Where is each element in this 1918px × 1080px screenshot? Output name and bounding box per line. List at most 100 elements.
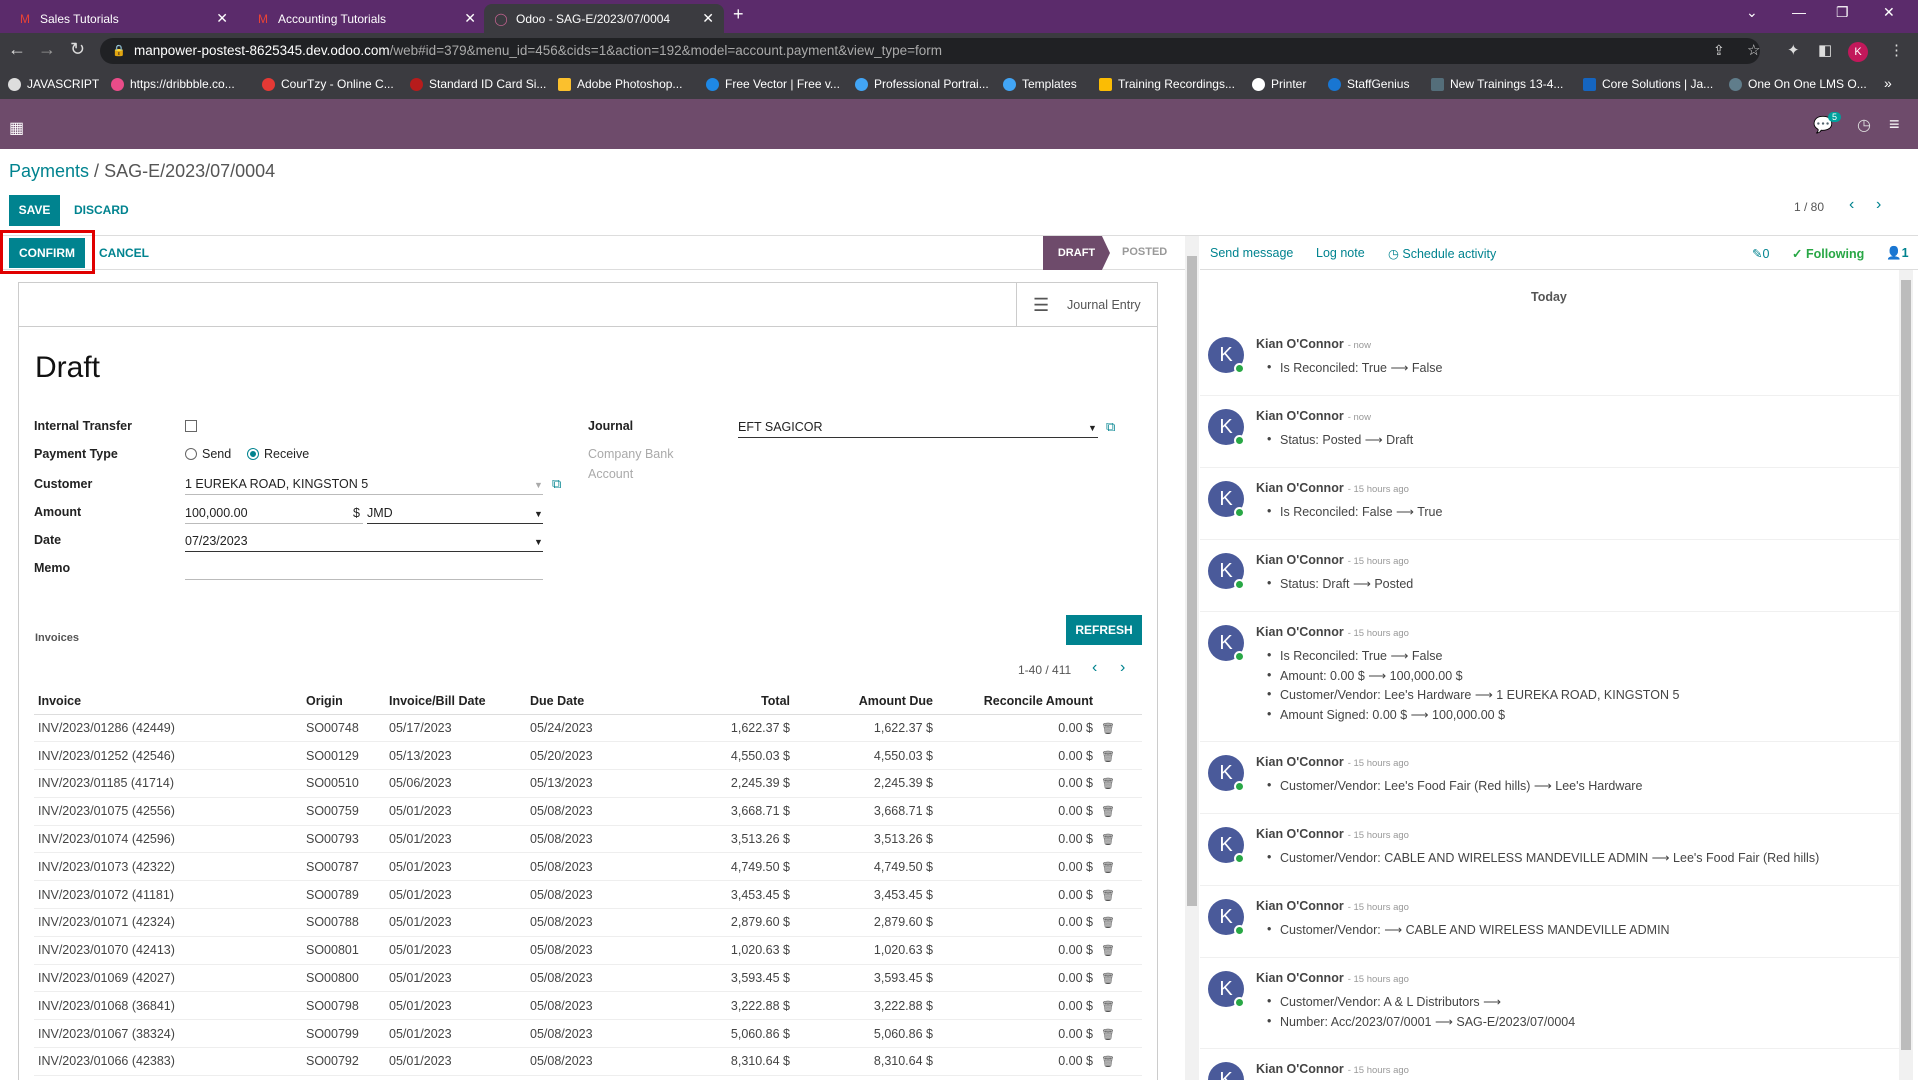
trash-icon[interactable]: 🗑 [1101, 778, 1115, 790]
currency-select[interactable]: JMD [367, 506, 393, 520]
cell-reconcile-amount[interactable]: 0.00 $ [937, 964, 1097, 993]
form-scrollbar[interactable] [1185, 236, 1199, 1080]
chatter-scrollbar[interactable] [1899, 270, 1913, 1080]
amount-field[interactable]: 100,000.00 [185, 506, 248, 520]
followers-button[interactable]: 👤1 [1886, 246, 1909, 261]
bookmark-item[interactable]: Standard ID Card Si... [410, 77, 546, 91]
avatar[interactable]: K [1208, 899, 1245, 936]
table-row[interactable]: INV/2023/01075 (42556) SO00759 05/01/2023 0… [34, 797, 1142, 826]
cell-reconcile-amount[interactable]: 0.00 $ [937, 741, 1097, 771]
avatar[interactable]: K [1208, 625, 1245, 662]
avatar[interactable]: K [1208, 409, 1245, 446]
trash-icon[interactable]: 🗑 [1101, 1056, 1115, 1068]
apps-grid-icon[interactable]: ▦ [9, 118, 25, 137]
sidepanel-icon[interactable]: ◧ [1818, 41, 1832, 59]
refresh-button[interactable]: REFRESH [1066, 615, 1142, 645]
cell-reconcile-amount[interactable]: 0.00 $ [937, 769, 1097, 798]
date-field[interactable]: 07/23/2023 [185, 534, 248, 548]
chevron-down-icon[interactable]: ▼ [534, 537, 543, 547]
trash-icon[interactable]: 🗑 [1101, 1029, 1115, 1041]
table-row[interactable]: INV/2023/01073 (42322) SO00787 05/01/2023 0… [34, 852, 1142, 882]
trash-icon[interactable]: 🗑 [1101, 973, 1115, 985]
bookmark-item[interactable]: Training Recordings... [1099, 77, 1235, 91]
bookmark-item[interactable]: Adobe Photoshop... [558, 77, 682, 91]
table-next-icon[interactable]: › [1120, 659, 1125, 677]
bookmark-item[interactable]: New Trainings 13-4... [1431, 77, 1563, 91]
bookmark-item[interactable]: Professional Portrai... [855, 77, 989, 91]
trash-icon[interactable]: 🗑 [1101, 890, 1115, 902]
col-total[interactable]: Total [646, 689, 794, 715]
hamburger-menu-icon[interactable]: ≡ [1889, 114, 1900, 135]
table-row[interactable]: INV/2023/01252 (42546) SO00129 05/13/2023 0… [34, 741, 1142, 771]
close-icon[interactable]: ✕ [216, 10, 228, 27]
col-origin[interactable]: Origin [302, 689, 385, 715]
close-icon[interactable]: ✕ [464, 10, 476, 27]
tab-sales-tutorials[interactable]: M Sales Tutorials ✕ [8, 4, 238, 33]
tab-odoo-payment[interactable]: ◯ Odoo - SAG-E/2023/07/0004 ✕ [484, 4, 724, 33]
chevron-down-icon[interactable]: ▼ [1088, 423, 1097, 433]
table-row[interactable]: INV/2023/01072 (41181) SO00789 05/01/2023 0… [34, 880, 1142, 910]
chevron-down-icon[interactable]: ▼ [534, 480, 543, 490]
log-note-button[interactable]: Log note [1316, 246, 1365, 260]
bookmark-item[interactable]: Printer [1252, 77, 1306, 91]
window-close-icon[interactable]: ✕ [1883, 4, 1895, 21]
bookmark-item[interactable]: JAVASCRIPT [8, 77, 99, 91]
bookmark-item[interactable]: Core Solutions | Ja... [1583, 77, 1713, 91]
trash-icon[interactable]: 🗑 [1101, 862, 1115, 874]
cell-reconcile-amount[interactable]: 0.00 $ [937, 991, 1097, 1021]
restore-icon[interactable]: ❐ [1836, 4, 1849, 21]
table-row[interactable]: INV/2023/01066 (42383) SO00792 05/01/2023 0… [34, 1047, 1142, 1076]
bookmark-star-icon[interactable]: ☆ [1747, 41, 1760, 59]
cancel-button[interactable]: CANCEL [99, 246, 149, 260]
author-name[interactable]: Kian O'Connor [1256, 337, 1344, 351]
cell-reconcile-amount[interactable]: 0.00 $ [937, 1019, 1097, 1049]
trash-icon[interactable]: 🗑 [1101, 834, 1115, 846]
col-amount-due[interactable]: Amount Due [794, 689, 937, 715]
discard-button[interactable]: DISCARD [74, 203, 129, 217]
close-icon[interactable]: ✕ [702, 10, 714, 27]
author-name[interactable]: Kian O'Connor [1256, 755, 1344, 769]
author-name[interactable]: Kian O'Connor [1256, 625, 1344, 639]
author-name[interactable]: Kian O'Connor [1256, 971, 1344, 985]
author-name[interactable]: Kian O'Connor [1256, 827, 1344, 841]
attachments-button[interactable]: ✎0 [1752, 246, 1769, 261]
schedule-activity-button[interactable]: ◷ Schedule activity [1388, 246, 1496, 261]
table-row[interactable]: INV/2023/01069 (42027) SO00800 05/01/2023 0… [34, 964, 1142, 993]
col-reconcile-amount[interactable]: Reconcile Amount [937, 689, 1097, 715]
chevron-down-icon[interactable]: ▼ [534, 509, 543, 519]
url-input[interactable]: 🔒 manpower-postest-8625345.dev.odoo.com/… [100, 38, 1760, 64]
author-name[interactable]: Kian O'Connor [1256, 553, 1344, 567]
new-tab-icon[interactable]: + [733, 4, 744, 25]
table-prev-icon[interactable]: ‹ [1092, 659, 1097, 677]
external-link-icon[interactable]: ⧉ [1106, 419, 1115, 435]
scrollbar-thumb[interactable] [1187, 256, 1197, 906]
customer-field[interactable]: 1 EUREKA ROAD, KINGSTON 5 [185, 477, 368, 491]
col-invoice[interactable]: Invoice [34, 689, 302, 715]
send-radio[interactable] [185, 448, 197, 460]
trash-icon[interactable]: 🗑 [1101, 806, 1115, 818]
cell-reconcile-amount[interactable]: 0.00 $ [937, 714, 1097, 743]
browser-menu-icon[interactable]: ⋮ [1889, 41, 1904, 59]
journal-entry-button[interactable]: ☰ Journal Entry [1016, 283, 1157, 327]
avatar[interactable]: K [1208, 553, 1245, 590]
trash-icon[interactable]: 🗑 [1101, 751, 1115, 763]
author-name[interactable]: Kian O'Connor [1256, 409, 1344, 423]
table-row[interactable]: INV/2023/01070 (42413) SO00801 05/01/2023 0… [34, 936, 1142, 965]
cell-reconcile-amount[interactable]: 0.00 $ [937, 825, 1097, 854]
bookmark-item[interactable]: One On One LMS O... [1729, 77, 1867, 91]
cell-reconcile-amount[interactable]: 0.00 $ [937, 1047, 1097, 1076]
minimize-icon[interactable]: — [1792, 4, 1806, 20]
bookmark-item[interactable]: CourTzy - Online C... [262, 77, 394, 91]
receive-radio[interactable] [247, 448, 259, 460]
tab-search-icon[interactable]: ⌄ [1746, 4, 1758, 21]
table-row[interactable]: INV/2023/01286 (42449) SO00748 05/17/2023 0… [34, 714, 1142, 743]
cell-reconcile-amount[interactable]: 0.00 $ [937, 852, 1097, 882]
table-row[interactable]: INV/2023/01185 (41714) SO00510 05/06/2023 0… [34, 769, 1142, 798]
pager-next-icon[interactable]: › [1876, 196, 1881, 214]
forward-icon[interactable]: → [38, 39, 56, 60]
back-icon[interactable]: ← [8, 39, 26, 60]
table-row[interactable]: INV/2023/01071 (42324) SO00788 05/01/2023 0… [34, 908, 1142, 937]
author-name[interactable]: Kian O'Connor [1256, 1062, 1344, 1076]
avatar[interactable]: K [1208, 755, 1245, 792]
more-bookmarks-icon[interactable]: » [1884, 75, 1892, 91]
